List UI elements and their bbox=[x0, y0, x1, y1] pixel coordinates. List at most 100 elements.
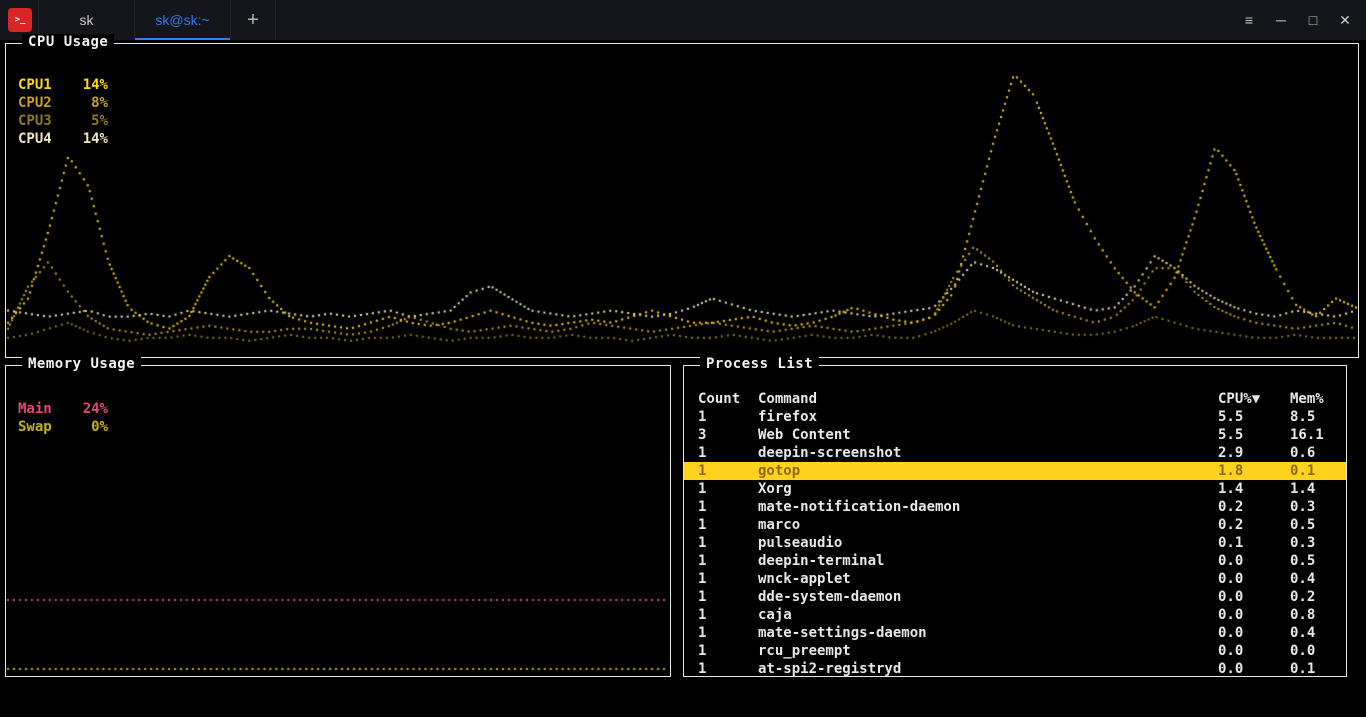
process-count: 1 bbox=[698, 480, 758, 498]
legend-label: CPU2 bbox=[18, 94, 70, 112]
process-count: 1 bbox=[698, 444, 758, 462]
close-icon[interactable]: ✕ bbox=[1332, 7, 1358, 33]
menu-icon[interactable]: ≡ bbox=[1236, 7, 1262, 33]
terminal-app-icon: >_ bbox=[8, 8, 32, 32]
process-count: 1 bbox=[698, 498, 758, 516]
process-command: at-spi2-registryd bbox=[758, 660, 1218, 676]
process-row-caja[interactable]: 1caja0.00.8 bbox=[684, 606, 1346, 624]
process-count: 1 bbox=[698, 534, 758, 552]
process-list-header: Count Command CPU%▼ Mem% bbox=[684, 390, 1346, 408]
window-controls: ≡ ─ □ ✕ bbox=[1236, 0, 1366, 40]
titlebar: >_ sk sk@sk:~ + ≡ ─ □ ✕ bbox=[0, 0, 1366, 40]
process-count: 1 bbox=[698, 660, 758, 676]
process-mem: 0.1 bbox=[1290, 462, 1346, 480]
process-count: 1 bbox=[698, 624, 758, 642]
process-mem: 0.0 bbox=[1290, 642, 1346, 660]
process-count: 1 bbox=[698, 516, 758, 534]
process-cpu: 2.9 bbox=[1218, 444, 1290, 462]
cpu-legend: CPU114%CPU28%CPU35%CPU414% bbox=[18, 76, 108, 148]
minimize-icon[interactable]: ─ bbox=[1268, 7, 1294, 33]
process-cpu: 0.0 bbox=[1218, 624, 1290, 642]
cpu-usage-panel: CPU Usage CPU114%CPU28%CPU35%CPU414% bbox=[5, 43, 1359, 358]
process-mem: 0.3 bbox=[1290, 534, 1346, 552]
process-row-deepin-terminal[interactable]: 1deepin-terminal0.00.5 bbox=[684, 552, 1346, 570]
maximize-icon[interactable]: □ bbox=[1300, 7, 1326, 33]
process-row-firefox[interactable]: 1firefox5.58.5 bbox=[684, 408, 1346, 426]
process-command: firefox bbox=[758, 408, 1218, 426]
process-command: mate-notification-daemon bbox=[758, 498, 1218, 516]
process-cpu: 0.0 bbox=[1218, 606, 1290, 624]
process-command: marco bbox=[758, 516, 1218, 534]
process-mem: 0.6 bbox=[1290, 444, 1346, 462]
legend-value: 5% bbox=[70, 112, 108, 130]
header-count[interactable]: Count bbox=[698, 390, 758, 408]
process-row-at-spi2-registryd[interactable]: 1at-spi2-registryd0.00.1 bbox=[684, 660, 1346, 676]
process-row-mate-settings-daemon[interactable]: 1mate-settings-daemon0.00.4 bbox=[684, 624, 1346, 642]
process-mem: 0.2 bbox=[1290, 588, 1346, 606]
process-command: pulseaudio bbox=[758, 534, 1218, 552]
legend-item-cpu2: CPU28% bbox=[18, 94, 108, 112]
process-command: gotop bbox=[758, 462, 1218, 480]
process-command: deepin-terminal bbox=[758, 552, 1218, 570]
terminal-prompt-glyph: >_ bbox=[15, 15, 26, 25]
process-row-xorg[interactable]: 1Xorg1.41.4 bbox=[684, 480, 1346, 498]
legend-item-main: Main24% bbox=[18, 400, 108, 418]
process-mem: 0.3 bbox=[1290, 498, 1346, 516]
memory-usage-panel: Memory Usage Main24%Swap0% bbox=[5, 365, 671, 677]
process-command: wnck-applet bbox=[758, 570, 1218, 588]
process-row-gotop[interactable]: 1gotop1.80.1 bbox=[684, 462, 1346, 480]
legend-label: Main bbox=[18, 400, 70, 418]
process-count: 1 bbox=[698, 588, 758, 606]
new-tab-button[interactable]: + bbox=[230, 0, 276, 40]
process-rows: 1firefox5.58.53Web Content5.516.11deepin… bbox=[684, 408, 1346, 676]
process-cpu: 0.0 bbox=[1218, 552, 1290, 570]
process-row-marco[interactable]: 1marco0.20.5 bbox=[684, 516, 1346, 534]
process-row-dde-system-daemon[interactable]: 1dde-system-daemon0.00.2 bbox=[684, 588, 1346, 606]
process-row-rcu-preempt[interactable]: 1rcu_preempt0.00.0 bbox=[684, 642, 1346, 660]
tab-sk-at-sk-active[interactable]: sk@sk:~ bbox=[134, 0, 230, 40]
legend-label: CPU4 bbox=[18, 130, 70, 148]
process-mem: 0.1 bbox=[1290, 660, 1346, 676]
header-command[interactable]: Command bbox=[758, 390, 1218, 408]
header-mem[interactable]: Mem% bbox=[1290, 390, 1346, 408]
process-row-mate-notification-daemon[interactable]: 1mate-notification-daemon0.20.3 bbox=[684, 498, 1346, 516]
process-mem: 16.1 bbox=[1290, 426, 1346, 444]
process-cpu: 0.2 bbox=[1218, 516, 1290, 534]
process-mem: 8.5 bbox=[1290, 408, 1346, 426]
process-list: Count Command CPU%▼ Mem% 1firefox5.58.53… bbox=[684, 366, 1346, 676]
process-command: mate-settings-daemon bbox=[758, 624, 1218, 642]
process-cpu: 0.0 bbox=[1218, 588, 1290, 606]
header-cpu-sorted[interactable]: CPU%▼ bbox=[1218, 390, 1290, 408]
process-row-deepin-screenshot[interactable]: 1deepin-screenshot2.90.6 bbox=[684, 444, 1346, 462]
process-cpu: 5.5 bbox=[1218, 426, 1290, 444]
process-row-web-content[interactable]: 3Web Content5.516.1 bbox=[684, 426, 1346, 444]
memory-legend: Main24%Swap0% bbox=[18, 400, 108, 436]
process-count: 1 bbox=[698, 642, 758, 660]
process-mem: 0.8 bbox=[1290, 606, 1346, 624]
legend-label: Swap bbox=[18, 418, 70, 436]
process-cpu: 0.0 bbox=[1218, 642, 1290, 660]
process-cpu: 1.8 bbox=[1218, 462, 1290, 480]
process-count: 1 bbox=[698, 408, 758, 426]
legend-value: 14% bbox=[70, 76, 108, 94]
process-mem: 0.4 bbox=[1290, 570, 1346, 588]
tab-label: sk bbox=[80, 12, 94, 28]
legend-value: 14% bbox=[70, 130, 108, 148]
legend-value: 8% bbox=[70, 94, 108, 112]
legend-value: 24% bbox=[70, 400, 108, 418]
process-row-pulseaudio[interactable]: 1pulseaudio0.10.3 bbox=[684, 534, 1346, 552]
process-command: deepin-screenshot bbox=[758, 444, 1218, 462]
terminal-content: CPU Usage CPU114%CPU28%CPU35%CPU414% Mem… bbox=[0, 40, 1366, 717]
process-list-panel: Process List Count Command CPU%▼ Mem% 1f… bbox=[683, 365, 1347, 677]
process-count: 1 bbox=[698, 606, 758, 624]
process-row-wnck-applet[interactable]: 1wnck-applet0.00.4 bbox=[684, 570, 1346, 588]
process-command: caja bbox=[758, 606, 1218, 624]
process-cpu: 5.5 bbox=[1218, 408, 1290, 426]
process-cpu: 0.0 bbox=[1218, 660, 1290, 676]
process-count: 1 bbox=[698, 552, 758, 570]
legend-item-cpu4: CPU414% bbox=[18, 130, 108, 148]
process-command: Web Content bbox=[758, 426, 1218, 444]
legend-label: CPU1 bbox=[18, 76, 70, 94]
process-count: 1 bbox=[698, 462, 758, 480]
process-cpu: 1.4 bbox=[1218, 480, 1290, 498]
